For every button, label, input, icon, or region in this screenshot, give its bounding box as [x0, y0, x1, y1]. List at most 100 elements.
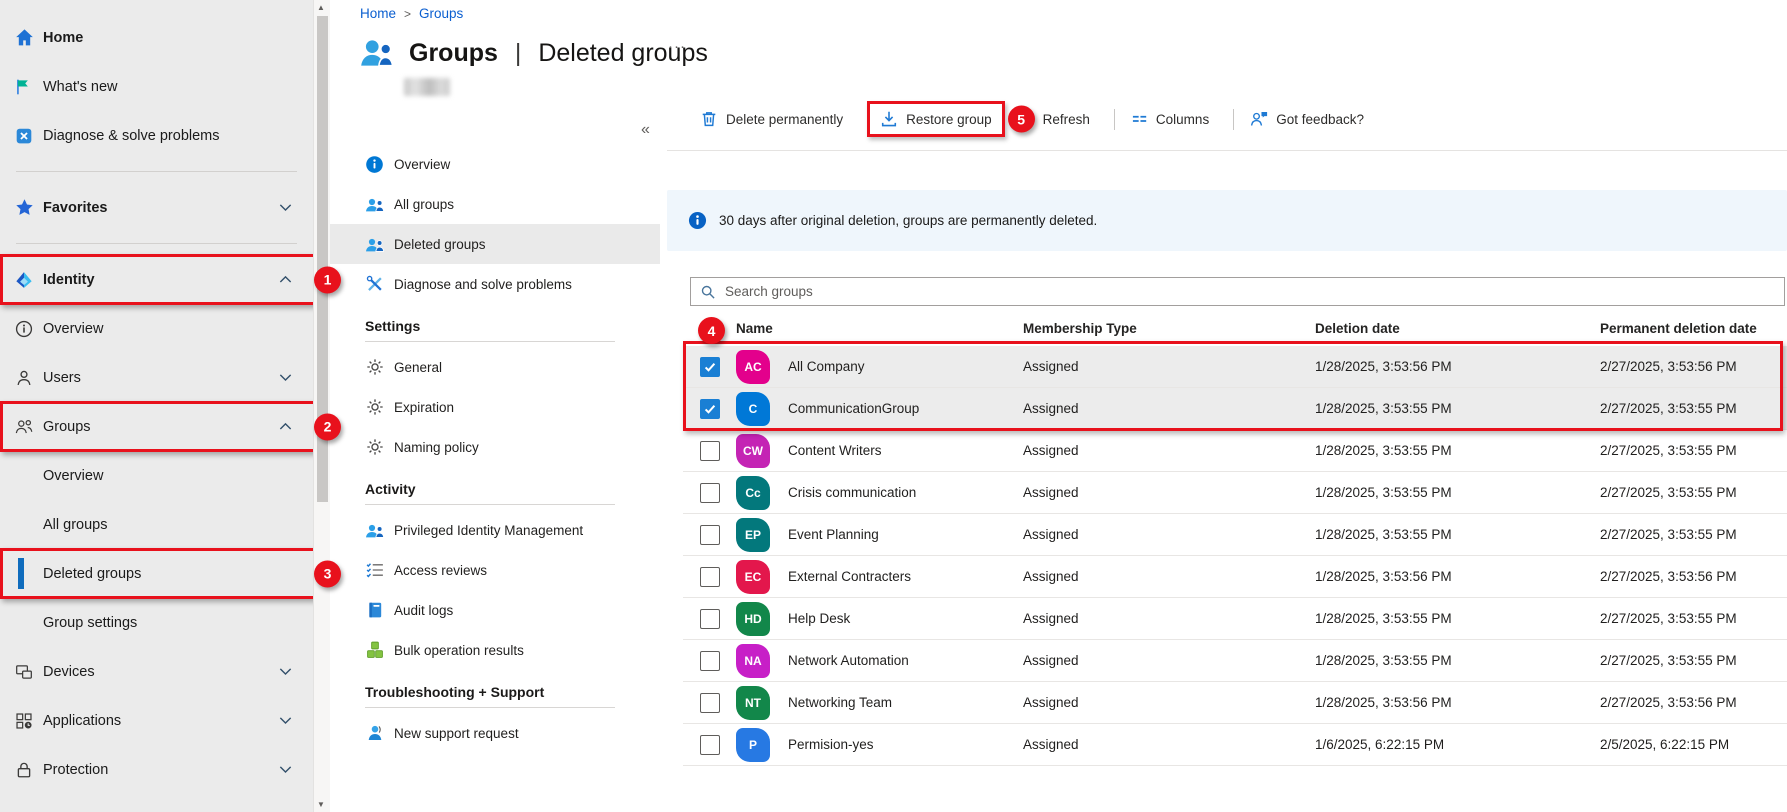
sidebar-item-label: Users [43, 369, 81, 386]
nav-item-new-support-request[interactable]: New support request [330, 713, 660, 753]
toolbar-button-label: Got feedback? [1276, 111, 1365, 127]
sidebar-item-users[interactable]: Users [0, 353, 313, 402]
sidebar-item-label: What's new [43, 78, 118, 95]
toolbar-button-delete-permanently[interactable]: Delete permanently [700, 110, 843, 128]
nav-item-diagnose-and-solve-problems[interactable]: Diagnose and solve problems [330, 264, 660, 304]
group-avatar: C [736, 391, 770, 426]
nav-item-deleted-groups[interactable]: Deleted groups [330, 224, 660, 264]
table-row[interactable]: NA Network Automation Assigned 1/28/2025, 3… [683, 640, 1787, 682]
annotation-badge: 1 [314, 266, 341, 293]
sidebar-item-overview[interactable]: Overview [0, 451, 313, 500]
star-icon [12, 198, 36, 217]
permanent-deletion-date: 2/27/2025, 3:53:55 PM [1600, 485, 1737, 500]
permanent-deletion-date: 2/27/2025, 3:53:55 PM [1600, 653, 1737, 668]
search-box[interactable] [690, 277, 1785, 306]
sidebar-item-overview[interactable]: Overview [0, 304, 313, 353]
membership-type: Assigned [1023, 611, 1079, 626]
sidebar-item-group-settings[interactable]: Group settings [0, 598, 313, 647]
column-header-membership-type[interactable]: Membership Type [1023, 321, 1315, 336]
table-row[interactable]: HD Help Desk Assigned 1/28/2025, 3:53:55 PM… [683, 598, 1787, 640]
restore-icon [880, 110, 898, 128]
gear-icon [365, 438, 384, 456]
toolbar-divider-line [667, 150, 1787, 151]
sidebar-item-identity[interactable]: Identity 1 [0, 254, 341, 305]
sidebar-item-all-groups[interactable]: All groups [0, 500, 313, 549]
annotation-badge: 5 [1007, 105, 1035, 133]
table-row[interactable]: EP Event Planning Assigned 1/28/2025, 3:53:… [683, 514, 1787, 556]
breadcrumb-groups-link[interactable]: Groups [419, 6, 463, 21]
table-row[interactable]: EC External Contracters Assigned 1/28/2025,… [683, 556, 1787, 598]
table-row[interactable]: AC All Company Assigned 1/28/2025, 3:53:56 … [683, 346, 1787, 388]
sidebar-item-applications[interactable]: Applications [0, 696, 313, 745]
sidebar-item-label: Identity [43, 271, 95, 288]
table-row[interactable]: C CommunicationGroup Assigned 1/28/2025, 3:… [683, 388, 1787, 430]
toolbar-button-columns[interactable]: Columns [1131, 111, 1209, 128]
toolbar-divider [1233, 108, 1235, 130]
sidebar-item-label: Devices [43, 663, 95, 680]
table-row[interactable]: Cc Crisis communication Assigned 1/28/2025,… [683, 472, 1787, 514]
toolbar-button-restore-group[interactable]: Restore group [867, 101, 1005, 137]
sidebar-item-deleted-groups[interactable]: Deleted groups 3 [0, 548, 341, 599]
nav-section-header: Settings [365, 318, 421, 334]
row-checkbox[interactable] [700, 650, 720, 671]
sidebar-scrollbar[interactable]: ▲ ▼ [313, 0, 330, 812]
group-avatar: Cc [736, 475, 770, 510]
column-header-permanent-deletion-date[interactable]: Permanent deletion date [1600, 321, 1787, 336]
row-checkbox[interactable] [700, 482, 720, 503]
table-row[interactable]: NT Networking Team Assigned 1/28/2025, 3:53… [683, 682, 1787, 724]
info-outline-icon [12, 320, 36, 338]
table-row[interactable]: P Permision-yes Assigned 1/6/2025, 6:22:15 … [683, 724, 1787, 766]
annotation-badge: 4 [698, 317, 725, 344]
sidebar-item-protection[interactable]: Protection [0, 745, 313, 794]
sidebar-item-label: Home [43, 29, 84, 46]
sidebar-item-favorites[interactable]: Favorites [0, 183, 313, 232]
nav-item-bulk-operation-results[interactable]: Bulk operation results [330, 630, 660, 670]
scroll-up-icon[interactable]: ▲ [317, 3, 325, 12]
sidebar-item-diagnose-solve-problems[interactable]: Diagnose & solve problems [0, 111, 313, 160]
nav-item-access-reviews[interactable]: Access reviews [330, 550, 660, 590]
row-checkbox[interactable] [700, 608, 720, 629]
toolbar-button-got-feedback[interactable]: Got feedback? [1250, 110, 1364, 128]
row-checkbox[interactable] [700, 440, 720, 461]
group-avatar: AC [736, 349, 770, 384]
row-checkbox[interactable] [700, 524, 720, 545]
home-icon [12, 28, 36, 47]
deletion-date: 1/28/2025, 3:53:55 PM [1315, 443, 1452, 458]
row-checkbox[interactable] [700, 356, 720, 377]
toolbar-button-label: Restore group [906, 111, 992, 127]
group-name: Permision-yes [788, 737, 874, 752]
nav-item-naming-policy[interactable]: Naming policy [330, 427, 660, 467]
toolbar-button-refresh[interactable]: Refresh 5 [1007, 105, 1090, 133]
table-row[interactable]: CW Content Writers Assigned 1/28/2025, 3:53… [683, 430, 1787, 472]
page-title: Groups | Deleted groups [409, 39, 708, 68]
row-checkbox[interactable] [700, 692, 720, 713]
nav-item-privileged-identity-management[interactable]: Privileged Identity Management [330, 510, 660, 550]
sidebar-item-groups[interactable]: Groups 2 [0, 401, 341, 452]
scroll-down-icon[interactable]: ▼ [317, 800, 325, 809]
deletion-date: 1/28/2025, 3:53:55 PM [1315, 527, 1452, 542]
nav-item-all-groups[interactable]: All groups [330, 184, 660, 224]
collapse-nav-icon[interactable]: « [641, 121, 650, 139]
row-checkbox[interactable] [700, 566, 720, 587]
column-header-deletion-date[interactable]: Deletion date [1315, 321, 1600, 336]
more-menu-icon[interactable]: ··· [668, 38, 686, 55]
breadcrumb-home-link[interactable]: Home [360, 6, 396, 21]
nav-item-audit-logs[interactable]: Audit logs [330, 590, 660, 630]
whats-new-icon [12, 78, 36, 96]
info-banner: 30 days after original deletion, groups … [667, 190, 1787, 251]
sidebar-item-devices[interactable]: Devices [0, 647, 313, 696]
permanent-deletion-date: 2/27/2025, 3:53:55 PM [1600, 401, 1737, 416]
column-header-name[interactable]: Name [736, 321, 1023, 336]
table-header: Name Membership Type Deletion date Perma… [683, 313, 1787, 343]
membership-type: Assigned [1023, 527, 1079, 542]
membership-type: Assigned [1023, 653, 1079, 668]
row-checkbox[interactable] [700, 734, 720, 755]
sidebar-item-what-s-new[interactable]: What's new [0, 62, 313, 111]
deletion-date: 1/28/2025, 3:53:55 PM [1315, 653, 1452, 668]
nav-item-overview[interactable]: Overview [330, 144, 660, 184]
search-input[interactable] [723, 283, 1775, 300]
nav-item-general[interactable]: General [330, 347, 660, 387]
sidebar-item-home[interactable]: Home [0, 13, 313, 62]
row-checkbox[interactable] [700, 398, 720, 419]
nav-item-expiration[interactable]: Expiration [330, 387, 660, 427]
